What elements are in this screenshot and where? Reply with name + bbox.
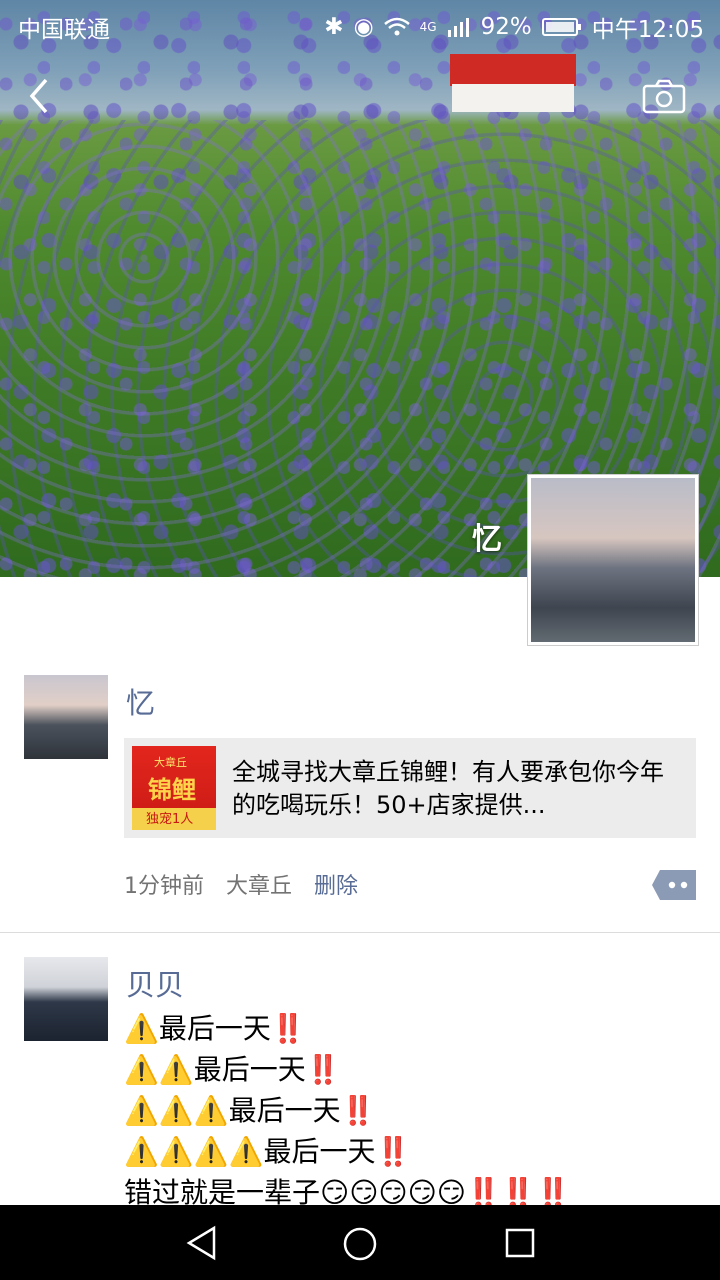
comment-menu-button[interactable] <box>652 870 696 900</box>
avatar[interactable] <box>24 957 108 1041</box>
thumb-footer: 独宠1人 <box>146 812 194 827</box>
divider <box>0 932 720 933</box>
profile-avatar[interactable] <box>528 475 698 645</box>
wifi-icon <box>383 17 410 36</box>
more-dots-icon <box>652 870 696 900</box>
signal-icon <box>447 18 469 37</box>
post-line: ⚠️最后一天‼️ <box>124 1012 306 1045</box>
shared-link-card[interactable]: 大章丘 锦鲤 独宠1人 全城寻找大章丘锦鲤！有人要承包你今年的吃喝玩乐！50+店… <box>124 738 696 838</box>
eye-icon: ◉ <box>353 14 374 40</box>
post-time: 1分钟前 <box>124 874 204 899</box>
post-meta: 1分钟前 大章丘 删除 <box>124 868 358 900</box>
clock: 中午12:05 <box>591 17 704 43</box>
post-author[interactable]: 忆 <box>126 680 155 722</box>
delete-link[interactable]: 删除 <box>314 868 358 900</box>
profile-name: 忆 <box>472 522 502 557</box>
nav-back-icon[interactable] <box>184 1225 218 1261</box>
link-title: 全城寻找大章丘锦鲤！有人要承包你今年的吃喝玩乐！50+店家提供... <box>232 758 664 819</box>
post-line: ⚠️⚠️最后一天‼️ <box>124 1053 341 1086</box>
back-button[interactable] <box>22 76 58 116</box>
battery-charging-icon <box>541 18 581 36</box>
avatar[interactable] <box>24 675 108 759</box>
nav-recents-icon[interactable] <box>504 1227 536 1259</box>
carrier-name: 中国联通 <box>18 17 110 43</box>
post-location[interactable]: 大章丘 <box>226 868 292 900</box>
status-bar: 中国联通 ✱ ◉ 4G 92% 中午12:05 <box>0 0 720 50</box>
thumb-badge: 大章丘 <box>154 756 187 769</box>
back-chevron-icon <box>29 78 48 114</box>
network-type: 4G <box>419 20 437 34</box>
battery-level: 92% <box>480 14 532 40</box>
link-thumbnail: 大章丘 锦鲤 独宠1人 <box>132 746 216 830</box>
system-nav-bar <box>0 1205 720 1280</box>
thumb-title: 锦鲤 <box>148 776 196 804</box>
house-image <box>450 54 576 112</box>
bluetooth-icon: ✱ <box>324 14 344 40</box>
post-line: ⚠️⚠️⚠️最后一天‼️ <box>124 1094 376 1127</box>
camera-button[interactable] <box>642 78 686 114</box>
post-line: ⚠️⚠️⚠️⚠️最后一天‼️ <box>124 1135 411 1168</box>
post-text: ⚠️最后一天‼️ ⚠️⚠️最后一天‼️ ⚠️⚠️⚠️最后一天‼️ ⚠️⚠️⚠️⚠… <box>124 1008 571 1213</box>
nav-home-icon[interactable] <box>342 1226 378 1262</box>
camera-icon <box>642 79 686 114</box>
post-author[interactable]: 贝贝 <box>126 962 184 1004</box>
